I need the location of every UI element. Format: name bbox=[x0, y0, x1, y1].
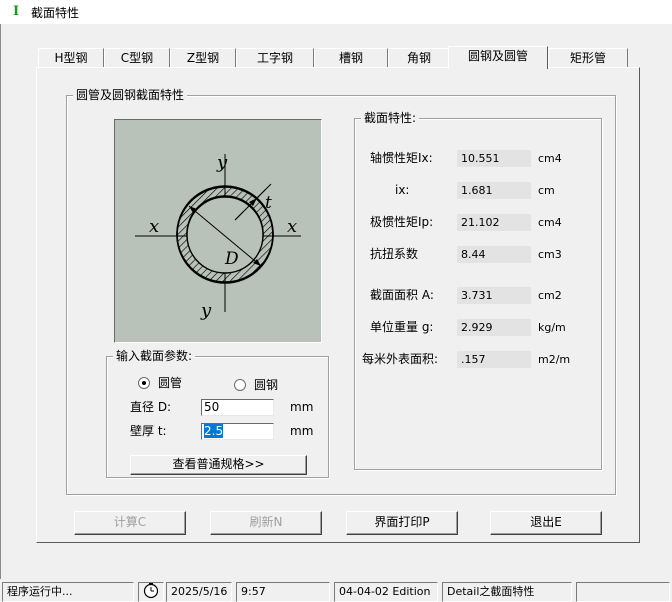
prop-label-ix-radius: ix: bbox=[395, 183, 410, 197]
tab-z-steel[interactable]: Z型钢 bbox=[170, 48, 236, 68]
tab-round-tube[interactable]: 圆钢及圆管 bbox=[448, 46, 548, 69]
label-x-left: x bbox=[149, 216, 159, 237]
thickness-unit: mm bbox=[290, 424, 314, 438]
prop-value-ix-radius: 1.681 bbox=[457, 182, 531, 199]
label-x-right: x bbox=[287, 216, 297, 237]
calculate-button[interactable]: 计算C bbox=[74, 511, 186, 535]
status-detail: Detail之截面特性 bbox=[442, 582, 572, 602]
prop-label-polar-inertia: 极惯性矩Ip: bbox=[370, 215, 434, 229]
diameter-value: 50 bbox=[204, 400, 220, 414]
prop-unit-surface: m2/m bbox=[538, 353, 571, 366]
view-spec-button[interactable]: 查看普通规格>> bbox=[130, 455, 307, 475]
prop-label-area: 截面面积 A: bbox=[370, 288, 434, 302]
diameter-label: 直径 D: bbox=[130, 400, 172, 414]
label-y-bottom: y bbox=[200, 300, 212, 321]
tab-i-beam[interactable]: 工字钢 bbox=[236, 48, 314, 68]
diameter-unit: mm bbox=[290, 400, 314, 414]
prop-unit-polar-inertia: cm4 bbox=[538, 216, 562, 229]
radio-bar-label: 圆钢 bbox=[254, 378, 279, 392]
radio-bar-indicator[interactable] bbox=[234, 378, 246, 391]
refresh-button[interactable]: 刷新N bbox=[210, 511, 322, 535]
prop-value-area: 3.731 bbox=[457, 287, 531, 304]
window-border bbox=[0, 24, 1, 579]
status-time: 9:57 bbox=[236, 582, 330, 602]
radio-tube[interactable]: 圆管 bbox=[138, 374, 182, 391]
prop-unit-area: cm2 bbox=[538, 289, 562, 302]
tab-h-steel[interactable]: H型钢 bbox=[38, 48, 104, 68]
prop-unit-weight: kg/m bbox=[538, 321, 566, 334]
prop-label-ix-inertia: 轴惯性矩Ix: bbox=[370, 151, 433, 165]
prop-label-torsion: 抗扭系数 bbox=[370, 247, 419, 261]
status-bar: 程序运行中... 2025/5/16 9:57 04-04-02 Edition… bbox=[0, 580, 672, 602]
tube-section-drawing: y y x x t D bbox=[135, 152, 301, 321]
label-t: t bbox=[265, 193, 272, 213]
status-empty bbox=[576, 582, 670, 602]
thickness-label: 壁厚 t: bbox=[130, 424, 167, 438]
app-icon: I bbox=[12, 4, 20, 19]
diameter-input[interactable]: 50 bbox=[201, 399, 274, 416]
clock-icon bbox=[138, 582, 164, 602]
exit-button[interactable]: 退出E bbox=[490, 511, 602, 535]
prop-value-ix-inertia: 10.551 bbox=[457, 150, 531, 167]
prop-label-weight: 单位重量 g: bbox=[370, 320, 434, 334]
thickness-value: 2.5 bbox=[204, 424, 224, 438]
radio-tube-label: 圆管 bbox=[158, 376, 183, 390]
status-text: 程序运行中... bbox=[2, 582, 134, 602]
tab-c-steel[interactable]: C型钢 bbox=[104, 48, 170, 68]
input-group-title: 输入截面参数: bbox=[113, 349, 196, 363]
prop-unit-ix-inertia: cm4 bbox=[538, 152, 562, 165]
prop-label-surface: 每米外表面积: bbox=[362, 352, 439, 366]
window-title: 截面特性 bbox=[31, 5, 80, 20]
prop-unit-ix-radius: cm bbox=[538, 184, 555, 197]
prop-value-weight: 2.929 bbox=[457, 319, 531, 336]
title-bar: I 截面特性 bbox=[0, 0, 672, 24]
status-edition: 04-04-02 Edition bbox=[334, 582, 438, 602]
label-D: D bbox=[224, 249, 239, 269]
prop-value-torsion: 8.44 bbox=[457, 246, 531, 263]
prop-unit-torsion: cm3 bbox=[538, 248, 562, 261]
tab-angle[interactable]: 角钢 bbox=[388, 48, 450, 68]
prop-value-polar-inertia: 21.102 bbox=[457, 214, 531, 231]
status-date: 2025/5/16 bbox=[166, 582, 232, 602]
tab-strip: H型钢 C型钢 Z型钢 工字钢 槽钢 角钢 圆钢及圆管 矩形管 bbox=[36, 46, 636, 69]
radio-tube-indicator[interactable] bbox=[138, 376, 150, 389]
thickness-input[interactable]: 2.5 bbox=[201, 423, 274, 440]
prop-value-surface: .157 bbox=[457, 351, 531, 368]
radio-bar[interactable]: 圆钢 bbox=[234, 376, 278, 393]
section-diagram: y y x x t D bbox=[114, 119, 322, 343]
label-y-top: y bbox=[216, 152, 228, 173]
print-button[interactable]: 界面打印P bbox=[346, 511, 458, 535]
tab-rect-tube[interactable]: 矩形管 bbox=[548, 48, 628, 68]
main-group-title: 圆管及圆钢截面特性 bbox=[73, 88, 188, 102]
tab-channel[interactable]: 槽钢 bbox=[314, 48, 388, 68]
properties-title: 截面特性: bbox=[361, 111, 420, 125]
